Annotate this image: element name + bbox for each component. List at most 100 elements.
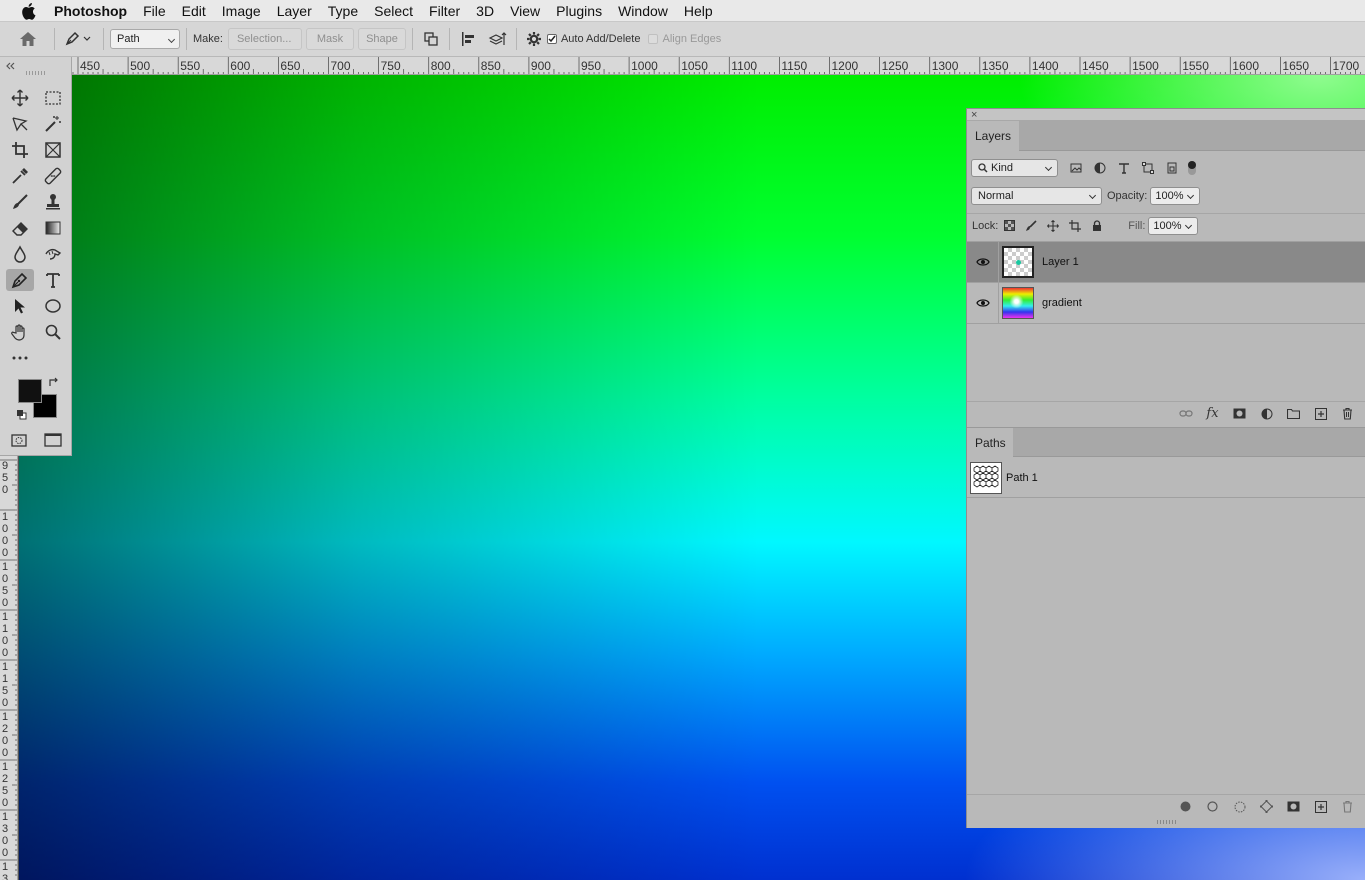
menu-layer[interactable]: Layer — [269, 3, 320, 19]
layer-thumbnail[interactable] — [1002, 287, 1034, 319]
gear-icon[interactable] — [523, 28, 545, 50]
filter-smart-object-icon[interactable] — [1160, 162, 1184, 174]
blend-mode-select[interactable]: Normal — [971, 187, 1102, 205]
vertical-ruler[interactable]: 950100010501100115012001250130013 — [0, 456, 18, 880]
eyedropper-icon[interactable] — [6, 165, 34, 187]
menu-filter[interactable]: Filter — [421, 3, 468, 19]
menu-select[interactable]: Select — [366, 3, 421, 19]
filter-pixel-icon[interactable] — [1064, 162, 1088, 174]
layer-row-layer-1[interactable]: Layer 1 — [967, 241, 1365, 283]
collapse-icon[interactable] — [5, 59, 15, 70]
make-work-path-icon[interactable] — [1253, 800, 1280, 813]
layer-name[interactable]: gradient — [1042, 297, 1082, 309]
layer-row-gradient[interactable]: gradient — [967, 282, 1365, 324]
menu-image[interactable]: Image — [214, 3, 269, 19]
quick-mask-icon[interactable] — [5, 429, 33, 451]
hand-icon[interactable] — [6, 321, 34, 343]
align-edges-option[interactable]: Align Edges — [648, 33, 721, 45]
ellipse-tool-icon[interactable] — [39, 295, 67, 317]
filter-toggle-switch[interactable] — [1188, 161, 1196, 175]
adjustment-layer-icon[interactable] — [1253, 408, 1280, 420]
menu-file[interactable]: File — [135, 3, 174, 19]
auto-add-delete-option[interactable]: Auto Add/Delete — [546, 33, 640, 45]
blur-icon[interactable] — [6, 243, 34, 265]
default-colors-icon[interactable] — [16, 409, 28, 421]
menu-help[interactable]: Help — [676, 3, 721, 19]
fx-icon[interactable]: fx — [1199, 406, 1226, 421]
delete-layer-icon[interactable] — [1334, 407, 1361, 420]
tool-preset-picker[interactable] — [61, 28, 97, 50]
filter-type-icon[interactable] — [1112, 162, 1136, 174]
align-edges-checkbox[interactable] — [648, 34, 659, 44]
lock-transparent-icon[interactable] — [998, 220, 1020, 231]
home-icon[interactable] — [8, 28, 48, 50]
auto-add-delete-checkbox[interactable] — [546, 34, 557, 44]
lock-pixels-icon[interactable] — [1020, 219, 1042, 232]
visibility-eye-icon[interactable] — [967, 282, 999, 324]
path-alignment-icon[interactable] — [456, 28, 480, 50]
opacity-input[interactable]: 100% — [1150, 187, 1201, 205]
pen-tool-icon[interactable] — [6, 269, 34, 291]
swap-colors-icon[interactable] — [48, 377, 60, 389]
panel-resize-grip[interactable] — [1157, 820, 1177, 824]
lock-artboard-icon[interactable] — [1064, 219, 1086, 232]
foreground-color-swatch[interactable] — [18, 379, 42, 403]
toolbox-grip[interactable] — [26, 71, 46, 75]
pen-mode-select[interactable]: Path — [110, 29, 180, 49]
layer-thumbnail[interactable] — [1002, 246, 1034, 278]
path-row-path-1[interactable]: Path 1 — [967, 458, 1365, 498]
path-name[interactable]: Path 1 — [1006, 472, 1038, 484]
filter-shape-icon[interactable] — [1136, 162, 1160, 174]
filter-adjustment-icon[interactable] — [1088, 162, 1112, 174]
zoom-icon[interactable] — [39, 321, 67, 343]
fill-path-icon[interactable] — [1172, 801, 1199, 812]
new-path-icon[interactable] — [1307, 800, 1334, 813]
add-mask-icon[interactable] — [1280, 801, 1307, 812]
path-selection-icon[interactable] — [6, 295, 34, 317]
add-mask-icon[interactable] — [1226, 408, 1253, 419]
layer-name[interactable]: Layer 1 — [1042, 256, 1079, 268]
eraser-icon[interactable] — [6, 217, 34, 239]
smudge-icon[interactable] — [39, 243, 67, 265]
magic-wand-icon[interactable] — [39, 113, 67, 135]
load-selection-icon[interactable] — [1226, 801, 1253, 813]
type-tool-icon[interactable] — [39, 269, 67, 291]
lock-all-icon[interactable] — [1086, 219, 1108, 232]
link-layers-icon[interactable] — [1172, 409, 1199, 419]
clone-stamp-icon[interactable] — [39, 191, 67, 213]
menu-type[interactable]: Type — [320, 3, 366, 19]
make-shape-button[interactable]: Shape — [357, 28, 406, 50]
menu-plugins[interactable]: Plugins — [548, 3, 610, 19]
path-operations-icon[interactable] — [419, 28, 443, 50]
delete-path-icon[interactable] — [1334, 800, 1361, 813]
more-tools-icon[interactable] — [6, 347, 34, 369]
screen-mode-icon[interactable] — [39, 429, 67, 451]
menu-view[interactable]: View — [502, 3, 548, 19]
crop-icon[interactable] — [6, 139, 34, 161]
close-icon[interactable]: × — [971, 110, 977, 121]
move-tool-icon[interactable] — [6, 87, 34, 109]
fill-input[interactable]: 100% — [1148, 216, 1199, 235]
menu-window[interactable]: Window — [610, 3, 676, 19]
make-selection-button[interactable]: Selection... — [227, 28, 302, 50]
new-group-icon[interactable] — [1280, 408, 1307, 419]
lasso-icon[interactable] — [6, 113, 34, 135]
frame-icon[interactable] — [39, 139, 67, 161]
stroke-path-icon[interactable] — [1199, 801, 1226, 812]
path-arrangement-icon[interactable] — [484, 28, 510, 50]
make-mask-button[interactable]: Mask — [305, 28, 354, 50]
brush-icon[interactable] — [6, 191, 34, 213]
visibility-eye-icon[interactable] — [967, 241, 999, 283]
filter-kind-select[interactable]: Kind — [971, 159, 1058, 177]
horizontal-ruler[interactable]: 450 500 550 600 650 700 750 800 850 900 950 1000 105… — [72, 57, 1365, 75]
healing-brush-icon[interactable] — [39, 165, 67, 187]
apple-logo-icon[interactable] — [20, 2, 40, 20]
tab-layers[interactable]: Layers — [967, 121, 1019, 151]
tab-paths[interactable]: Paths — [967, 428, 1013, 458]
menu-3d[interactable]: 3D — [468, 3, 502, 19]
menu-app-name[interactable]: Photoshop — [54, 3, 135, 19]
path-thumbnail[interactable] — [970, 461, 1002, 494]
lock-position-icon[interactable] — [1042, 219, 1064, 232]
new-layer-icon[interactable] — [1307, 407, 1334, 420]
rectangular-marquee-icon[interactable] — [39, 87, 67, 109]
